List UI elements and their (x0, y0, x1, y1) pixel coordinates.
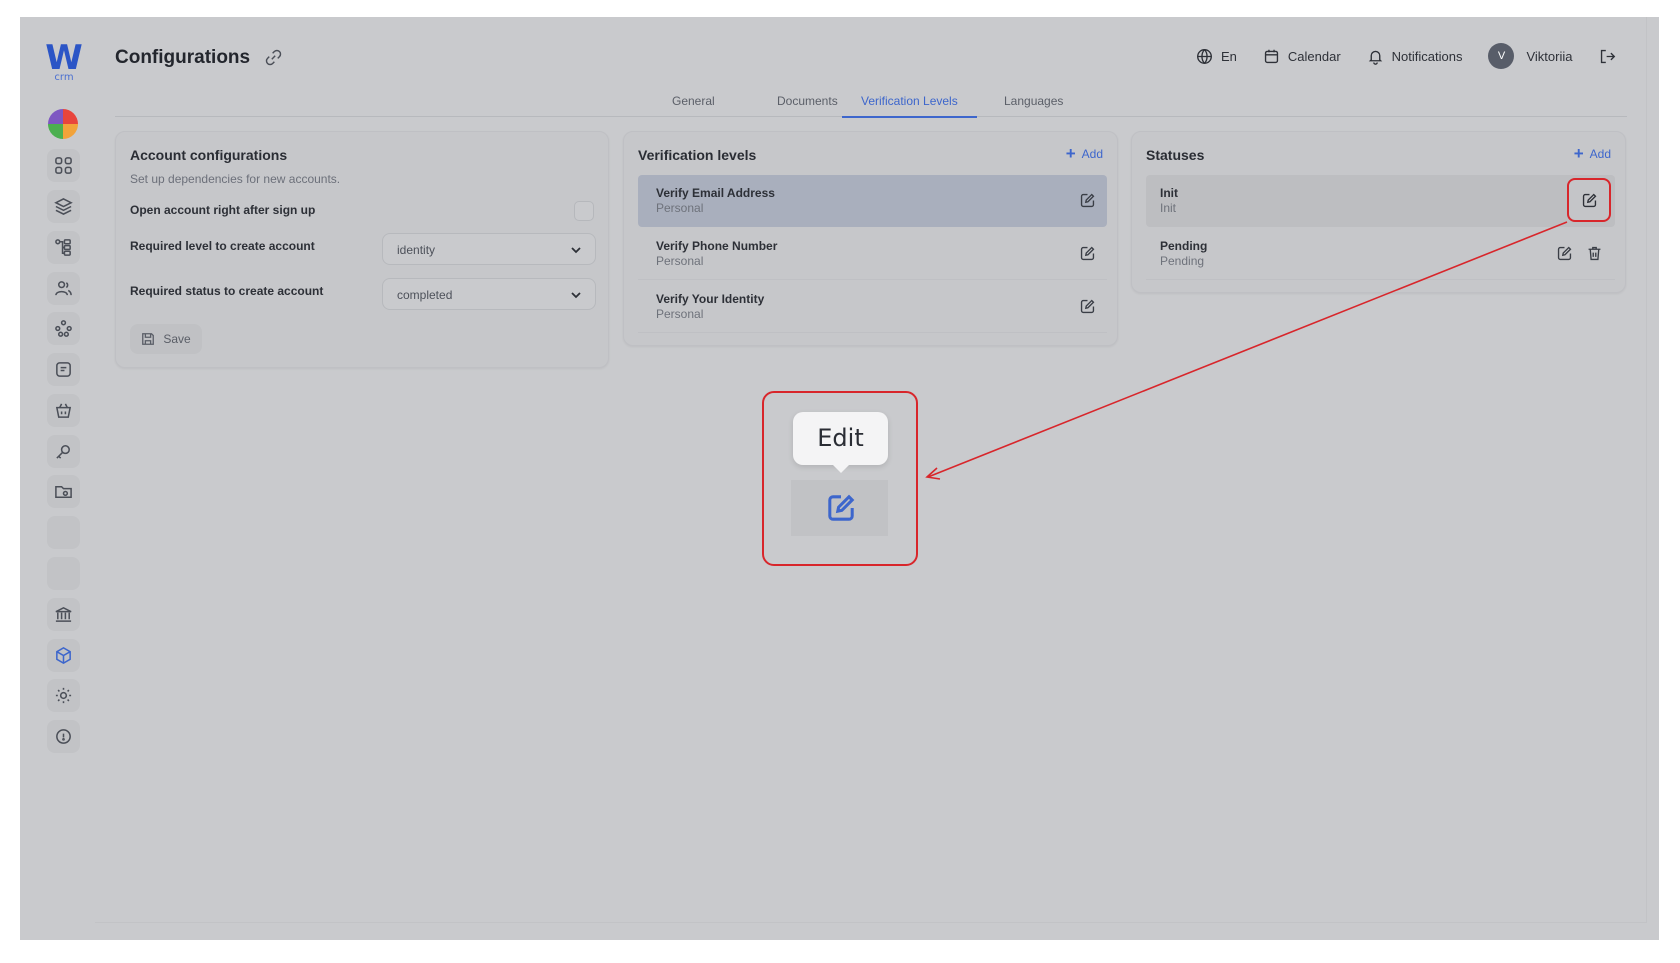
basket-icon[interactable] (47, 394, 80, 427)
link-icon[interactable] (265, 49, 282, 66)
list-item[interactable]: Pending Pending (1146, 228, 1615, 280)
shield-icon[interactable] (47, 720, 80, 753)
app-logo[interactable]: W crm (44, 41, 84, 83)
trash-icon[interactable] (1586, 245, 1603, 262)
required-status-label: Required status to create account (130, 284, 324, 298)
bell-icon (1368, 50, 1382, 65)
save-button[interactable]: Save (130, 324, 202, 354)
item-sub: Init (1160, 201, 1177, 215)
add-verification-level-button[interactable]: + Add (1065, 144, 1103, 163)
required-level-label: Required level to create account (130, 239, 315, 253)
verification-levels-card: Verification levels + Add Verify Email A… (623, 131, 1118, 346)
item-name: Verify Email Address (656, 186, 775, 200)
verification-levels-title: Verification levels (638, 147, 757, 163)
init-edit-button-highlight[interactable] (1567, 178, 1611, 222)
add-label: Add (1589, 147, 1611, 161)
calendar-icon (1264, 49, 1279, 63)
chevron-down-icon (571, 247, 581, 254)
config-tabs: General Documents Verification Levels La… (115, 91, 1627, 118)
add-status-button[interactable]: + Add (1573, 144, 1611, 163)
user-name: Viktoriia (1526, 48, 1573, 64)
item-sub: Personal (656, 254, 704, 268)
save-label: Save (163, 332, 191, 346)
save-icon (142, 333, 155, 345)
list-item[interactable]: Verify Email Address Personal (638, 175, 1107, 227)
item-name: Init (1160, 186, 1178, 200)
bank-icon[interactable] (47, 598, 80, 631)
language-switch[interactable]: En (1196, 48, 1237, 65)
calendar-note-icon[interactable] (47, 353, 80, 386)
network-icon[interactable] (47, 312, 80, 345)
edit-icon[interactable] (1079, 192, 1096, 209)
logout-icon[interactable] (1599, 48, 1616, 65)
required-level-value: identity (397, 243, 436, 257)
layers-icon[interactable] (47, 190, 80, 223)
item-name: Verify Phone Number (656, 239, 778, 253)
statuses-card: Statuses + Add Init Init Pending Pending (1131, 131, 1626, 293)
edit-icon[interactable] (1079, 298, 1096, 315)
header-actions: En Calendar Notifications V Viktoriia (1196, 43, 1616, 69)
plus-icon: + (1573, 144, 1584, 163)
hierarchy-icon[interactable] (47, 231, 80, 264)
empty-slot-icon[interactable] (47, 516, 80, 549)
color-wheel-icon[interactable] (48, 109, 78, 139)
users-icon[interactable] (47, 272, 80, 305)
user-menu[interactable]: V Viktoriia (1488, 43, 1573, 69)
item-sub: Personal (656, 201, 704, 215)
folder-search-icon[interactable] (47, 475, 80, 508)
calendar-button[interactable]: Calendar (1263, 48, 1341, 65)
account-config-card: Account configurations Set up dependenci… (115, 131, 609, 368)
chevron-down-icon (571, 292, 581, 299)
zoom-callout: Edit (762, 391, 918, 566)
account-config-title: Account configurations (130, 147, 288, 163)
list-item[interactable]: Verify Phone Number Personal (638, 228, 1107, 280)
required-status-select[interactable]: completed (382, 278, 596, 310)
required-status-value: completed (397, 288, 453, 302)
plus-icon: + (1065, 144, 1076, 163)
tab-verification-levels[interactable]: Verification Levels (842, 94, 977, 118)
key-icon[interactable] (47, 435, 80, 468)
tab-languages[interactable]: Languages (985, 94, 1082, 116)
statuses-title: Statuses (1146, 147, 1205, 163)
dashboard-icon[interactable] (47, 149, 80, 182)
globe-icon (1197, 48, 1212, 64)
notifications-button[interactable]: Notifications (1367, 48, 1463, 65)
item-name: Pending (1160, 239, 1208, 253)
edit-icon[interactable] (1079, 245, 1096, 262)
list-item[interactable]: Verify Your Identity Personal (638, 281, 1107, 333)
edit-icon (828, 494, 855, 521)
account-config-subtitle: Set up dependencies for new accounts. (130, 172, 341, 186)
page-title: Configurations (115, 47, 251, 68)
calendar-label: Calendar (1287, 48, 1341, 64)
edit-tooltip: Edit (793, 412, 888, 473)
tab-general[interactable]: General (653, 94, 734, 116)
avatar: V (1488, 43, 1515, 69)
list-item[interactable]: Init Init (1146, 175, 1615, 227)
open-account-checkbox[interactable] (574, 201, 594, 221)
sidebar: W crm (20, 17, 95, 940)
edit-icon (1582, 193, 1597, 208)
notifications-label: Notifications (1391, 48, 1463, 64)
item-sub: Personal (656, 307, 704, 321)
add-label: Add (1081, 147, 1103, 161)
open-account-label: Open account right after sign up (130, 203, 316, 217)
language-label: En (1221, 48, 1237, 64)
item-name: Verify Your Identity (656, 292, 765, 306)
cube-icon[interactable] (47, 639, 80, 672)
edit-icon[interactable] (1556, 245, 1573, 262)
zoomed-edit-button (791, 480, 888, 536)
item-sub: Pending (1160, 254, 1205, 268)
required-level-select[interactable]: identity (382, 233, 596, 265)
gear-icon[interactable] (47, 679, 80, 712)
empty-slot-icon[interactable] (47, 557, 80, 590)
